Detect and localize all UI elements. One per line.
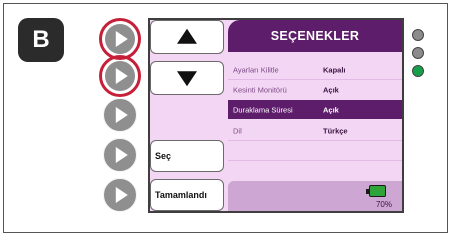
play-icon [115, 107, 128, 123]
option-row-interruption-monitor[interactable]: Kesinti Monitörü Açık [228, 80, 402, 99]
screen-title: SEÇENEKLER [228, 20, 402, 52]
arrow-up-icon [177, 28, 197, 44]
hardware-button-done[interactable] [103, 178, 137, 212]
row-divider [228, 140, 402, 141]
indicator-led-3 [412, 65, 424, 77]
done-button[interactable]: Tamamlandı [150, 179, 224, 211]
status-footer: 70% [228, 181, 402, 211]
scroll-up-button[interactable] [150, 20, 224, 54]
option-row-language[interactable]: Dil Türkçe [228, 121, 402, 140]
option-label: Kesinti Monitörü [233, 85, 287, 94]
option-value: Açık [323, 105, 339, 114]
option-value: Türkçe [323, 126, 348, 135]
option-row-pause-duration[interactable]: Duraklama Süresi Açık [228, 100, 402, 119]
hardware-button-up[interactable] [99, 18, 141, 60]
play-icon [115, 187, 128, 203]
display-screen: Seç Tamamlandı SEÇENEKLER Ayarları Kilit… [150, 20, 402, 211]
option-label: Ayarları Kilitle [233, 65, 279, 74]
play-icon [115, 68, 128, 84]
figure-label: B [18, 18, 64, 62]
indicator-led-1 [412, 29, 424, 41]
scroll-down-button[interactable] [150, 61, 224, 95]
battery-icon [366, 185, 386, 197]
battery-percent: 70% [375, 200, 392, 209]
hardware-button-down[interactable] [99, 55, 141, 97]
play-icon [115, 31, 128, 47]
done-button-label: Tamamlandı [155, 190, 207, 200]
select-button[interactable]: Seç [150, 140, 224, 172]
hardware-button-select[interactable] [103, 138, 137, 172]
option-value: Kapalı [323, 65, 346, 74]
option-label: Dil [233, 126, 242, 135]
row-divider [228, 160, 402, 161]
select-button-label: Seç [155, 151, 172, 161]
hardware-button-3[interactable] [103, 98, 137, 132]
indicator-led-2 [412, 47, 424, 59]
option-row-lock-settings[interactable]: Ayarları Kilitle Kapalı [228, 60, 402, 79]
arrow-down-icon [177, 71, 197, 87]
battery-cap [366, 188, 369, 194]
play-icon [115, 147, 128, 163]
option-label: Duraklama Süresi [233, 105, 293, 114]
option-value: Açık [323, 85, 339, 94]
